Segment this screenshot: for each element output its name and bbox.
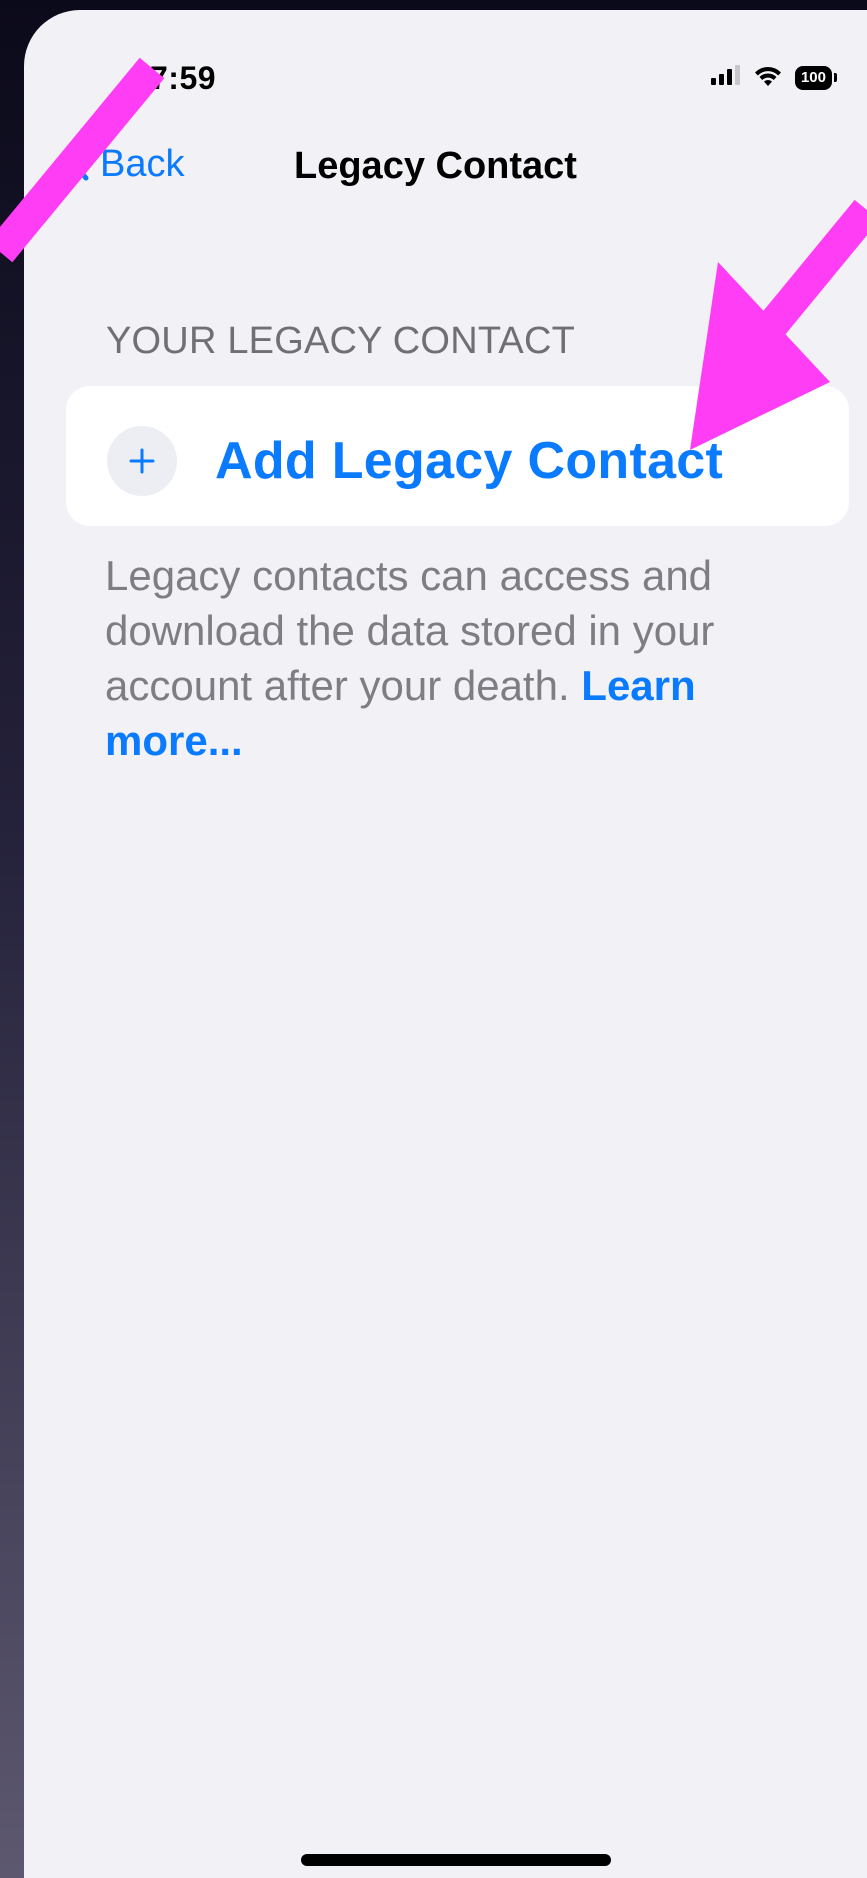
- battery-level: 100: [794, 65, 832, 90]
- add-legacy-contact-label: Add Legacy Contact: [215, 432, 724, 490]
- battery-tip: [834, 73, 837, 82]
- status-bar: 7:59 100: [24, 10, 867, 130]
- back-label: Back: [100, 143, 185, 185]
- page-title: Legacy Contact: [294, 145, 577, 187]
- section-footer: Legacy contacts can access and download …: [105, 548, 805, 768]
- battery-icon: 100: [794, 65, 837, 90]
- plus-icon: [107, 426, 177, 496]
- wifi-icon: [753, 64, 783, 91]
- home-indicator: [301, 1854, 611, 1866]
- phone-screen: 7:59 100 Back Legacy Contact YOUR LEGACY…: [24, 10, 867, 1878]
- navigation-bar: Back Legacy Contact: [24, 130, 867, 210]
- status-icons: 100: [710, 64, 837, 91]
- section-header: YOUR LEGACY CONTACT: [106, 320, 576, 362]
- status-time: 7:59: [150, 60, 217, 96]
- chevron-left-icon: [64, 142, 100, 187]
- cellular-signal-icon: [710, 65, 741, 90]
- back-button[interactable]: Back: [64, 142, 184, 187]
- add-legacy-contact-button[interactable]: Add Legacy Contact: [66, 386, 849, 526]
